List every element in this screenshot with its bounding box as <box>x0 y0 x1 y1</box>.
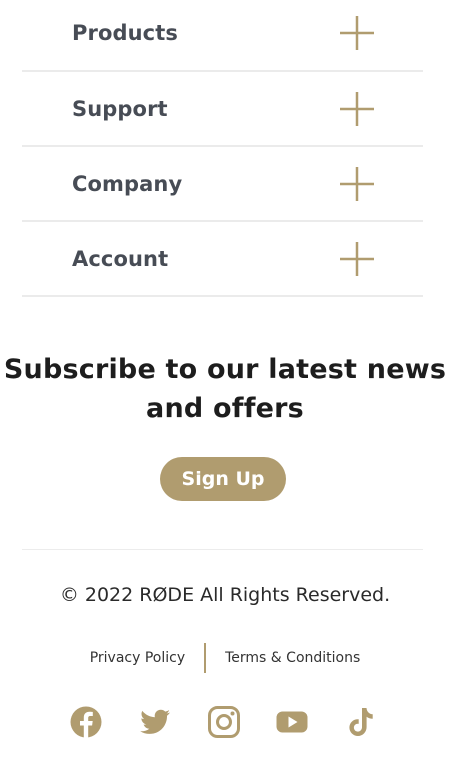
legal-separator <box>204 643 207 673</box>
twitter-icon[interactable] <box>138 705 172 739</box>
terms-conditions-link[interactable]: Terms & Conditions <box>225 650 360 666</box>
sign-up-button[interactable]: Sign Up <box>160 457 286 501</box>
plus-icon <box>340 241 374 276</box>
accordion-label: Products <box>72 21 178 45</box>
accordion-item-products[interactable]: Products <box>22 0 423 72</box>
social-links <box>0 705 450 739</box>
privacy-policy-link[interactable]: Privacy Policy <box>90 650 185 666</box>
accordion-label: Account <box>72 246 169 271</box>
legal-links: Privacy Policy Terms & Conditions <box>0 643 450 673</box>
accordion-item-company[interactable]: Company <box>22 147 423 222</box>
accordion-item-support[interactable]: Support <box>22 72 423 147</box>
accordion-label: Support <box>72 96 168 121</box>
youtube-icon[interactable] <box>275 705 309 739</box>
footer-divider <box>22 549 423 550</box>
facebook-icon[interactable] <box>69 705 103 739</box>
accordion-item-account[interactable]: Account <box>22 222 423 297</box>
accordion-label: Company <box>72 171 183 196</box>
instagram-icon[interactable] <box>207 705 241 739</box>
plus-icon <box>340 91 374 126</box>
subscribe-heading-line1: Subscribe to our latest news <box>3 354 447 385</box>
plus-icon <box>340 166 374 201</box>
subscribe-heading-line2: and offers <box>146 393 304 424</box>
plus-icon <box>340 16 374 50</box>
subscribe-heading: Subscribe to our latest news and offers <box>0 350 450 428</box>
footer-accordion: Products Support Company Account <box>22 0 423 297</box>
copyright-text: © 2022 RØDE All Rights Reserved. <box>59 584 391 606</box>
tiktok-icon[interactable] <box>344 705 378 739</box>
